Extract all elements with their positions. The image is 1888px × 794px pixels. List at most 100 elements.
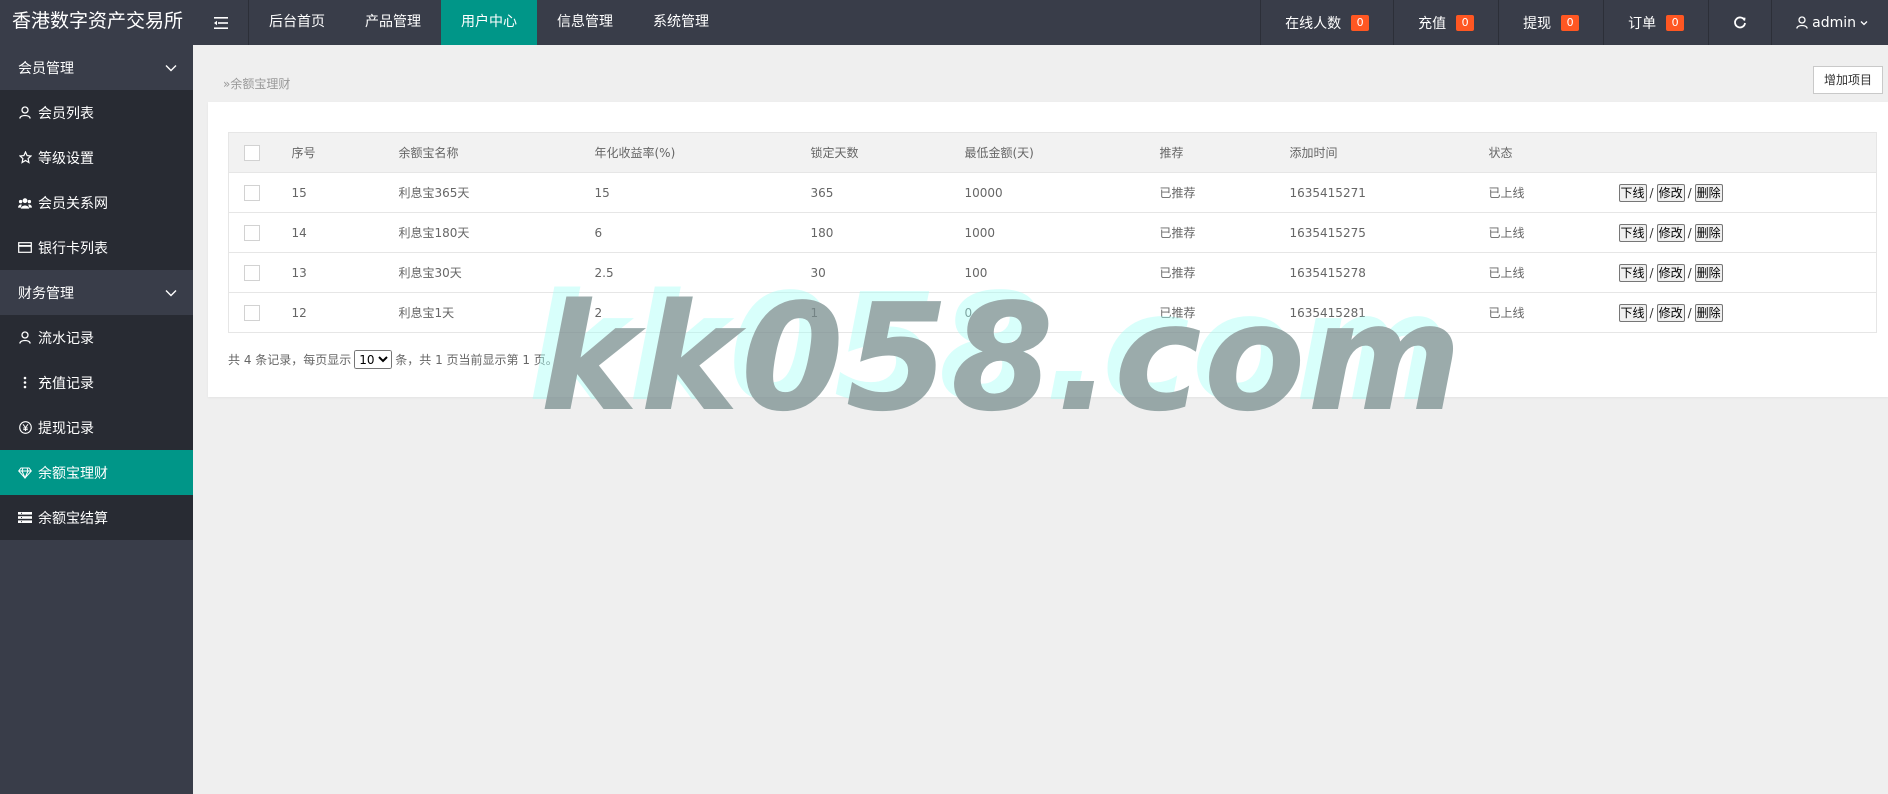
recharge-label: 充值: [1418, 15, 1447, 32]
row-checkbox[interactable]: [244, 304, 260, 321]
app-logo[interactable]: 香港数字资产交易所: [0, 0, 193, 45]
top-header: 香港数字资产交易所 后台首页 产品管理 用户中心 信息管理 系统管理 在线人数 …: [0, 0, 1888, 45]
orders-label: 订单: [1628, 15, 1657, 32]
admin-username: admin: [1812, 14, 1856, 31]
row-checkbox[interactable]: [244, 224, 260, 241]
cell-id: 13: [291, 252, 399, 293]
withdraw-link[interactable]: 提现 0: [1498, 0, 1603, 45]
sidebar-item-label: 流水记录: [38, 330, 94, 347]
cell-min: 100: [964, 252, 1160, 293]
edit-button[interactable]: 修改: [1656, 183, 1685, 202]
user-icon: [18, 331, 32, 345]
sidebar-item-withdraw-records[interactable]: 提现记录: [0, 405, 193, 450]
offline-button[interactable]: 下线: [1618, 263, 1647, 282]
sidebar-item-level-settings[interactable]: 等级设置: [0, 135, 193, 180]
edit-button[interactable]: 修改: [1656, 223, 1685, 242]
select-all-checkbox[interactable]: [244, 144, 260, 161]
recharge-badge: 0: [1456, 14, 1475, 31]
sidebar-item-bank-cards[interactable]: 银行卡列表: [0, 225, 193, 270]
cell-rate: 6: [594, 212, 811, 253]
sidebar-group-members[interactable]: 会员管理: [0, 45, 193, 90]
edit-button[interactable]: 修改: [1656, 263, 1685, 282]
column-header: 年化收益率(%): [594, 132, 811, 173]
table-header-row: 序号 余额宝名称 年化收益率(%) 锁定天数 最低金额(天) 推荐 添加时间 状…: [228, 132, 1877, 173]
admin-user-menu[interactable]: admin: [1771, 0, 1888, 45]
sidebar-item-recharge-records[interactable]: 充值记录: [0, 360, 193, 405]
refresh-button[interactable]: [1708, 0, 1771, 45]
menu-toggle-button[interactable]: [193, 0, 249, 45]
star-icon: [18, 151, 32, 165]
sidebar-item-label: 余额宝理财: [38, 465, 108, 482]
cell-recommend: 已推荐: [1159, 252, 1290, 293]
withdraw-badge: 0: [1561, 14, 1580, 31]
cell-recommend: 已推荐: [1159, 172, 1290, 213]
sidebar-item-label: 会员关系网: [38, 195, 108, 212]
cell-status: 已上线: [1488, 172, 1619, 213]
offline-button[interactable]: 下线: [1618, 303, 1647, 322]
row-checkbox[interactable]: [244, 184, 260, 201]
sidebar-item-label: 银行卡列表: [38, 240, 108, 257]
page-size-select[interactable]: 10: [354, 350, 393, 369]
user-icon: [1796, 16, 1808, 29]
cell-min: 1000: [964, 212, 1160, 253]
nav-users[interactable]: 用户中心: [441, 0, 537, 45]
cell-time: 1635415275: [1289, 212, 1489, 253]
table-row: 12 利息宝1天 2 1 0 已推荐 1635415281 已上线 下线 / 修改 /…: [228, 292, 1877, 333]
yen-icon: [18, 421, 32, 435]
cell-days: 30: [810, 252, 965, 293]
pager-suffix: 条，共 1 页当前显示第 1 页。: [395, 353, 558, 367]
withdraw-label: 提现: [1523, 15, 1552, 32]
cell-time: 1635415278: [1289, 252, 1489, 293]
action-separator: /: [1687, 305, 1692, 320]
chevron-down-icon: [165, 64, 177, 71]
recharge-link[interactable]: 充值 0: [1393, 0, 1498, 45]
action-separator: /: [1649, 305, 1654, 320]
cell-name: 利息宝1天: [398, 292, 595, 333]
orders-badge: 0: [1666, 14, 1685, 31]
sidebar-item-label: 会员列表: [38, 105, 94, 122]
online-count-link[interactable]: 在线人数 0: [1260, 0, 1393, 45]
add-project-button[interactable]: 增加项目: [1812, 66, 1883, 94]
offline-button[interactable]: 下线: [1618, 183, 1647, 202]
row-checkbox[interactable]: [244, 264, 260, 281]
orders-link[interactable]: 订单 0: [1603, 0, 1708, 45]
users-icon: [18, 196, 32, 210]
delete-button[interactable]: 删除: [1694, 183, 1723, 202]
cell-days: 180: [810, 212, 965, 253]
delete-button[interactable]: 删除: [1694, 263, 1723, 282]
sidebar-item-yuebao-finance[interactable]: 余额宝理财: [0, 450, 193, 495]
sidebar-item-member-list[interactable]: 会员列表: [0, 90, 193, 135]
cell-id: 12: [291, 292, 399, 333]
column-header: 余额宝名称: [398, 132, 595, 173]
nav-products[interactable]: 产品管理: [345, 0, 441, 45]
cell-days: 365: [810, 172, 965, 213]
nav-info[interactable]: 信息管理: [537, 0, 633, 45]
delete-button[interactable]: 删除: [1694, 303, 1723, 322]
column-header: 锁定天数: [810, 132, 965, 173]
cell-actions: 下线 / 修改 / 删除: [1618, 172, 1877, 213]
delete-button[interactable]: 删除: [1694, 223, 1723, 242]
sidebar-item-transactions[interactable]: 流水记录: [0, 315, 193, 360]
chevron-down-icon: [1860, 20, 1868, 25]
sidebar-group-label: 会员管理: [18, 60, 74, 77]
main-content: »余额宝理财 增加项目 序号 余额宝名称 年化收益率(%) 锁定天数 最低金额(…: [193, 45, 1888, 794]
sidebar-item-label: 充值记录: [38, 375, 94, 392]
offline-button[interactable]: 下线: [1618, 223, 1647, 242]
sidebar-item-yuebao-settlement[interactable]: 余额宝结算: [0, 495, 193, 540]
nav-dashboard[interactable]: 后台首页: [249, 0, 345, 45]
sidebar-item-label: 提现记录: [38, 420, 94, 437]
cell-name: 利息宝30天: [398, 252, 595, 293]
user-icon: [18, 106, 32, 120]
action-separator: /: [1687, 225, 1692, 240]
table-row: 14 利息宝180天 6 180 1000 已推荐 1635415275 已上线…: [228, 212, 1877, 253]
nav-system[interactable]: 系统管理: [633, 0, 729, 45]
cell-rate: 2: [594, 292, 811, 333]
cell-rate: 2.5: [594, 252, 811, 293]
menu-icon: [213, 16, 228, 29]
refresh-icon: [1734, 16, 1747, 28]
sidebar-item-member-network[interactable]: 会员关系网: [0, 180, 193, 225]
cell-time: 1635415281: [1289, 292, 1489, 333]
edit-button[interactable]: 修改: [1656, 303, 1685, 322]
action-separator: /: [1649, 265, 1654, 280]
sidebar-group-finance[interactable]: 财务管理: [0, 270, 193, 315]
